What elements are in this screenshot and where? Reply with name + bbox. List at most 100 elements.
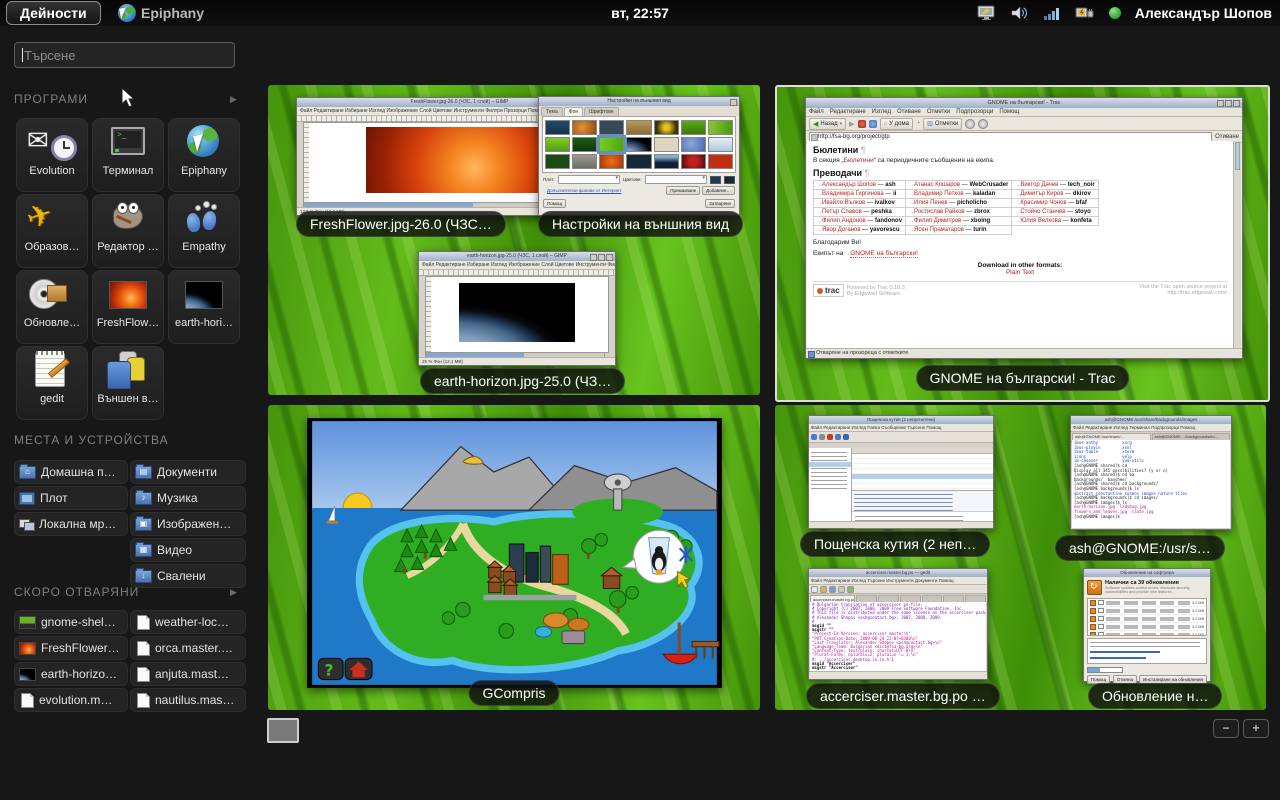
window-gimp-earth-horizon[interactable]: earth-horizon.jpg-25.0 (ЧЗС, 1 слой) – G… [418,251,616,366]
wallpaper-thumb[interactable] [545,154,570,169]
wallpaper-thumb[interactable] [599,154,624,169]
tab-fonts[interactable]: Шрифтове [584,107,619,116]
url-input[interactable]: http://fsa-bg.org/project/gtp [809,132,1212,142]
color-swatch-2[interactable] [724,176,735,184]
menu-tabs[interactable]: Подпрозорци [956,109,993,115]
window-gcompris[interactable]: ? [307,418,722,688]
selected-message-row[interactable] [852,474,993,479]
zoom-in-icon[interactable] [965,119,975,129]
details-link-placeholder[interactable] [1090,657,1146,659]
editor-content[interactable]: # Bulgarian translation of accerciser po… [810,602,986,672]
window-titlebar[interactable]: Настройки на външния вид [539,97,739,106]
wallpaper-thumb[interactable] [626,137,651,152]
menu-bar[interactable]: Файл Редактиране Изглед Терминал Подпроз… [1071,424,1231,432]
window-titlebar[interactable]: accerciser.master.bg.po — gedit [809,569,987,577]
folder-sidebar[interactable] [809,448,852,522]
wallpaper-thumb[interactable] [599,120,624,135]
recent-expand-icon[interactable]: ▶ [230,587,237,598]
clock[interactable]: вт, 22:57 [611,0,669,26]
tab-theme[interactable]: Тема [541,107,563,116]
menu-file[interactable]: Файл [809,109,824,115]
tab-background[interactable]: Фон [564,107,583,116]
menu-view[interactable]: Изглед [872,109,891,115]
menu-bar[interactable]: Файл Редактиране Изглед Папка Съобщение … [809,424,993,432]
app-tile-epiphany[interactable]: Epiphany [168,118,240,192]
image-canvas[interactable] [425,276,609,353]
send-receive-icon[interactable] [819,434,825,440]
get-more-backgrounds-link[interactable]: Допълнителни фонове от Интернет [543,186,625,195]
page-scrollbar[interactable] [1233,141,1241,349]
window-appearance-preferences[interactable]: Настройки на външния вид Тема Фон Шрифто… [538,96,740,216]
workspace-4[interactable]: Пощенска кутия (2 непрочетени) Файл Реда… [775,405,1266,710]
recent-item-anjuta-po[interactable]: anjuta.mast… [130,662,246,686]
app-tile-evolution[interactable]: ✉ Evolution [16,118,88,192]
window-titlebar[interactable]: ash@GNOME:/usr/share/backgrounds/images [1071,416,1231,424]
wallpaper-thumb-selected[interactable] [599,137,624,152]
remove-workspace-button[interactable]: − [1213,719,1239,738]
details-link-placeholder[interactable] [1090,651,1160,653]
plain-text-link[interactable]: Plain Text [813,269,1227,276]
workspace-1[interactable]: FreshFlower.jpg-26.0 (ЧЗС, 1 слой) – GIM… [268,85,760,395]
wallpaper-thumb[interactable] [626,154,651,169]
window-software-update[interactable]: Обновление на софтуера Налични са 39 обн… [1083,568,1211,682]
wallpaper-thumb[interactable] [545,137,570,152]
recent-item-orca-po[interactable]: orca.master.… [130,636,246,660]
wallpaper-thumb[interactable] [572,137,597,152]
colors-combo[interactable] [645,175,707,184]
menu-edit[interactable]: Редактиране [830,109,866,115]
delete-icon[interactable] [827,434,833,440]
undo-icon[interactable] [847,586,854,593]
forward-button[interactable]: ▶ [849,120,854,128]
user-menu[interactable]: Александър Шопов [1135,5,1272,21]
workspace-3[interactable]: ? GCompris [268,405,760,710]
print-icon[interactable] [838,586,845,593]
wallpaper-thumb[interactable] [708,137,733,152]
programs-expand-icon[interactable]: ▶ [230,94,237,105]
color-swatch-1[interactable] [710,176,721,184]
stop-icon[interactable] [858,120,866,128]
menu-help[interactable]: Помощ [999,109,1019,115]
wallpaper-thumb[interactable] [545,120,570,135]
recent-item-gnome-shell[interactable]: gnome-shel… [14,610,128,634]
workspace-indicator[interactable] [267,718,299,743]
place-item-downloads[interactable]: ↓ Свалени [130,564,246,588]
menu-bar[interactable]: Файл Редактиране Изглед Търсене Инструме… [809,577,987,585]
window-buttons[interactable] [590,254,613,261]
update-row[interactable]: 3,2 MB [1088,607,1206,615]
wallpaper-thumb[interactable] [681,137,706,152]
wallpaper-thumb[interactable] [654,120,679,135]
wallpaper-thumb[interactable] [572,120,597,135]
back-button[interactable]: ◀Назад▾ [809,118,846,130]
window-titlebar[interactable]: Пощенска кутия (2 непрочетени) [809,416,993,424]
window-evolution-mail[interactable]: Пощенска кутия (2 непрочетени) Файл Реда… [808,415,994,529]
wallpaper-thumb[interactable] [626,120,651,135]
reload-icon[interactable] [869,120,877,128]
remove-button[interactable]: Премахване [666,186,700,195]
app-tile-gimp[interactable]: Редактор … [92,194,164,268]
update-list[interactable]: 3,2 MB 3,2 MB 3,2 MB 3,2 MB 3,2 MB [1087,598,1207,636]
wallpaper-thumb[interactable] [681,120,706,135]
app-tile-appearance[interactable]: Външен в… [92,346,164,420]
place-item-music[interactable]: ♪ Музика [130,486,246,510]
menu-go[interactable]: Отиване [897,109,921,115]
place-item-documents[interactable]: ▤ Документи [130,460,246,484]
zoom-out-icon[interactable] [978,119,988,129]
app-tile-earth-horizon[interactable]: earth-hori… [168,270,240,344]
search-input[interactable]: Търсене [14,42,235,68]
wallpaper-thumb[interactable] [681,154,706,169]
recent-item-evolution-po[interactable]: evolution.m… [14,688,128,712]
selected-folder[interactable] [809,462,851,467]
menu-bar[interactable]: Файл Редактиране Изглед Отиване Отметки … [806,108,1242,117]
wallpaper-thumb[interactable] [708,154,733,169]
add-workspace-button[interactable]: + [1243,719,1269,738]
add-button[interactable]: Добавяне… [702,186,735,195]
window-terminal[interactable]: ash@GNOME:/usr/share/backgrounds/images … [1070,415,1232,530]
activities-button[interactable]: Дейности [6,1,101,25]
wallpaper-thumb[interactable] [572,154,597,169]
menu-bookmarks[interactable]: Отметки [927,109,950,115]
display-icon[interactable] [977,5,996,21]
app-menu[interactable]: Epiphany [118,0,204,26]
message-list[interactable] [852,454,993,491]
app-tile-terminal[interactable]: >_ Терминал [92,118,164,192]
window-gedit[interactable]: accerciser.master.bg.po — gedit Файл Ред… [808,568,988,680]
